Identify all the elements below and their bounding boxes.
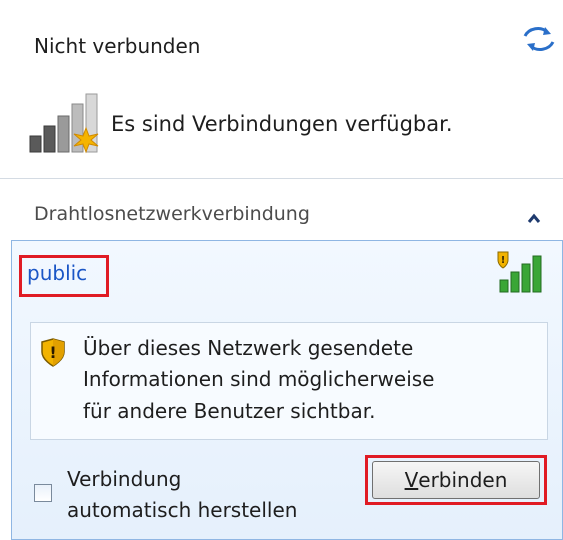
warning-text-line: für andere Benutzer sichtbar. — [83, 399, 376, 423]
auto-connect-checkbox[interactable] — [34, 484, 52, 502]
auto-connect-label[interactable]: automatisch herstellen — [67, 498, 297, 522]
connect-button[interactable]: Verbinden — [372, 461, 540, 499]
divider — [0, 178, 563, 179]
connect-button-label: erbinden — [418, 468, 508, 492]
warning-text-line: Informationen sind möglicherweise — [83, 367, 435, 391]
signal-bars-no-connection-icon — [28, 92, 108, 154]
refresh-icon[interactable] — [521, 24, 557, 54]
chevron-up-icon[interactable] — [527, 209, 541, 223]
signal-bars-unsecured-icon: ! — [496, 250, 548, 294]
svg-text:!: ! — [49, 343, 56, 362]
connect-button-mnemonic: V — [404, 468, 419, 492]
auto-connect-label[interactable]: Verbindung — [67, 467, 181, 491]
shield-warning-icon: ! — [40, 338, 66, 368]
section-title: Drahtlosnetzwerkverbindung — [34, 203, 310, 225]
svg-text:!: ! — [501, 255, 506, 266]
network-ssid[interactable]: public — [27, 261, 87, 285]
availability-text: Es sind Verbindungen verfügbar. — [111, 112, 453, 136]
connection-status-title: Nicht verbunden — [34, 34, 201, 58]
warning-text-line: Über dieses Netzwerk gesendete — [83, 336, 414, 360]
